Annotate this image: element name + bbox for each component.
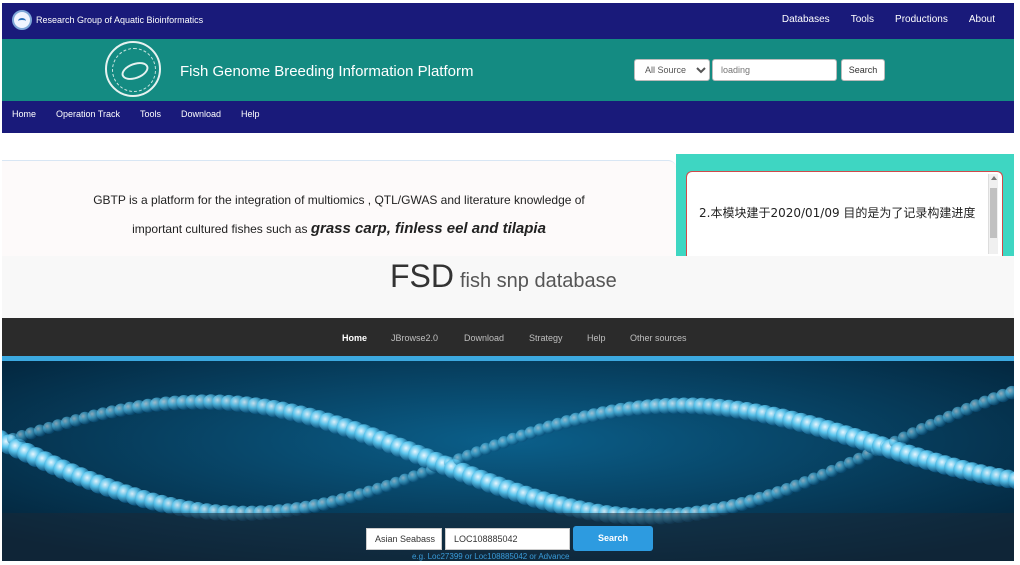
fsd-nav-other-sources[interactable]: Other sources	[630, 333, 687, 343]
scroll-thumb[interactable]	[990, 188, 997, 238]
platform-title: Fish Genome Breeding Information Platfor…	[180, 63, 474, 80]
platform-header: Fish Genome Breeding Information Platfor…	[2, 39, 1014, 101]
group-logo-icon[interactable]	[12, 10, 32, 30]
news-scrollbar[interactable]	[988, 174, 998, 254]
fsd-nav-download[interactable]: Download	[464, 333, 504, 343]
gene-search-input[interactable]: LOC108885042	[445, 528, 570, 550]
top-nav-productions[interactable]: Productions	[895, 14, 948, 25]
group-brand[interactable]: Research Group of Aquatic Bioinformatics	[36, 15, 203, 25]
news-text: 2.本模块建于2020/01/09 目的是为了记录构建进度	[699, 206, 976, 220]
news-box[interactable]: 2.本模块建于2020/01/09 目的是为了记录构建进度	[686, 171, 1003, 256]
intro-card: GBTP is a platform for the integration o…	[2, 160, 676, 256]
fsd-nav-home[interactable]: Home	[342, 333, 367, 343]
fsd-title-main: FSD	[390, 258, 454, 294]
nav-help[interactable]: Help	[241, 109, 260, 119]
intro-line-2-prefix: important cultured fishes such as	[132, 222, 311, 236]
scroll-up-arrow-icon[interactable]	[991, 176, 997, 180]
page-edge	[1014, 0, 1020, 565]
fsd-nav: Home JBrowse2.0 Download Strategy Help O…	[2, 318, 1014, 356]
intro-line-1: GBTP is a platform for the integration o…	[93, 193, 585, 207]
intro-line-2: important cultured fishes such as grass …	[2, 220, 676, 237]
fsd-nav-strategy[interactable]: Strategy	[529, 333, 563, 343]
species-select[interactable]: Asian Seabass	[366, 528, 442, 550]
nav-operation-track[interactable]: Operation Track	[56, 109, 120, 119]
fsd-title-band: FSD fish snp database	[2, 256, 1014, 318]
fsd-nav-jbrowse[interactable]: JBrowse2.0	[391, 333, 438, 343]
snp-search-button[interactable]: Search	[573, 526, 653, 551]
fsd-title-sub: fish snp database	[460, 270, 617, 292]
global-search-button[interactable]: Search	[841, 59, 885, 81]
source-select[interactable]: All Source	[634, 59, 710, 81]
platform-emblem-icon	[105, 41, 161, 97]
nav-home[interactable]: Home	[12, 109, 36, 119]
top-bar: Research Group of Aquatic Bioinformatics…	[2, 3, 1014, 39]
search-example-hint[interactable]: e.g. Loc27399 or Loc108885042 or Advance	[412, 552, 569, 561]
top-nav: Databases Tools Productions About	[761, 14, 995, 25]
nav-download[interactable]: Download	[181, 109, 221, 119]
fsd-title: FSD fish snp database	[390, 258, 617, 295]
global-search-input[interactable]	[712, 59, 837, 81]
snp-search-bar: Asian Seabass LOC108885042 Search e.g. L…	[2, 513, 1014, 561]
intro-species: grass carp, finless eel and tilapia	[310, 220, 546, 237]
top-nav-about[interactable]: About	[969, 14, 995, 25]
main-nav: Home Operation Track Tools Download Help	[2, 101, 1014, 133]
nav-tools[interactable]: Tools	[140, 109, 161, 119]
fsd-nav-help[interactable]: Help	[587, 333, 606, 343]
top-nav-databases[interactable]: Databases	[782, 14, 830, 25]
top-nav-tools[interactable]: Tools	[851, 14, 874, 25]
news-panel: 2.本模块建于2020/01/09 目的是为了记录构建进度	[676, 154, 1014, 256]
